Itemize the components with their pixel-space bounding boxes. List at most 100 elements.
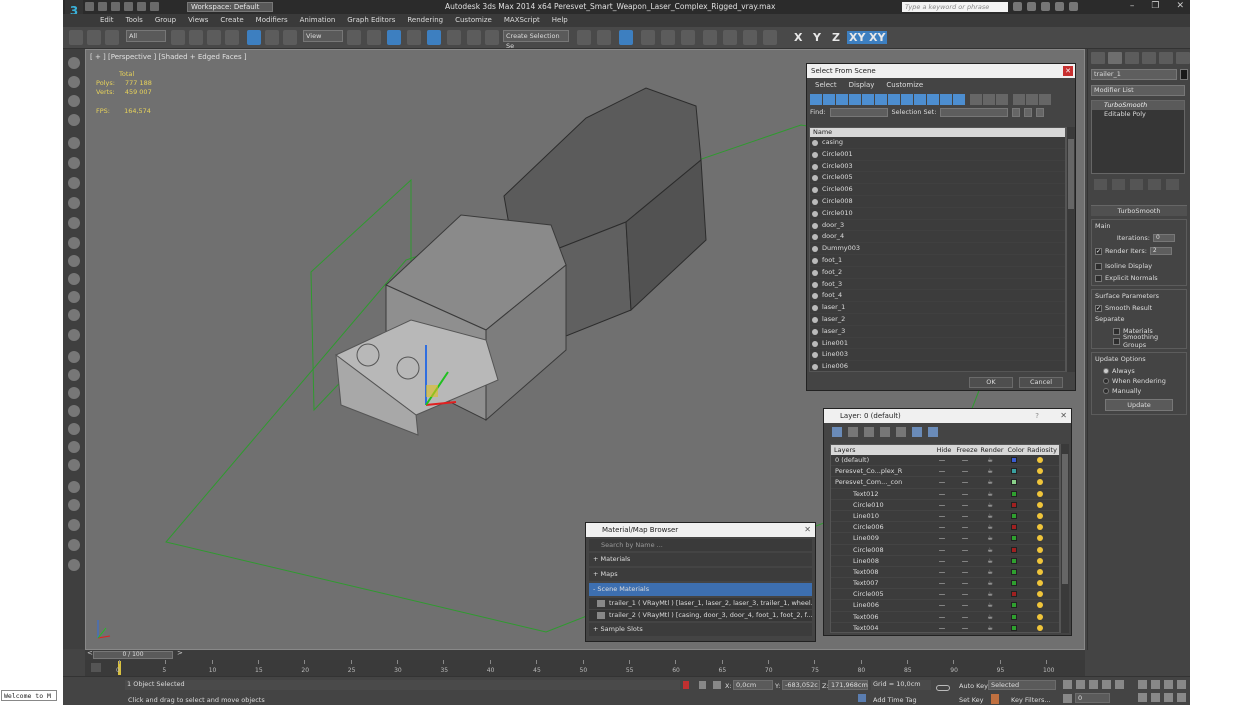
layer-render-teapot-icon[interactable]: ☕ [977, 589, 1003, 599]
layer-freeze-toggle[interactable]: — [953, 623, 977, 632]
layer-manager-close-icon[interactable]: ✕ [1060, 409, 1067, 423]
column-name-header[interactable]: Name [810, 128, 1065, 137]
layer-radiosity-icon[interactable] [1037, 568, 1043, 575]
material-item[interactable]: trailer_1 ( VRayMtl ) [laser_1, laser_2,… [589, 598, 812, 609]
layer-render-teapot-icon[interactable]: ☕ [977, 556, 1003, 566]
modify-tab-icon[interactable] [1108, 52, 1122, 64]
layer-color-swatch[interactable] [1011, 479, 1017, 486]
layer-hide-toggle[interactable]: — [931, 477, 953, 487]
layer-name[interactable]: Line008 [831, 556, 931, 566]
next-frame-icon[interactable] [1102, 680, 1111, 689]
link-icon[interactable] [69, 30, 83, 45]
reactor-icon[interactable] [68, 369, 80, 381]
zoom-icon[interactable] [1138, 680, 1147, 689]
rendered-frame-window-icon[interactable] [743, 30, 757, 45]
create-cameras-icon[interactable] [68, 114, 80, 126]
layer-color-swatch[interactable] [1011, 512, 1017, 519]
iterations-spinner[interactable]: 0 [1153, 234, 1175, 242]
layer-radiosity-icon[interactable] [1037, 468, 1043, 475]
subscription-icon[interactable] [1027, 2, 1036, 11]
layer-render-teapot-icon[interactable]: ☕ [977, 477, 1003, 487]
layer-render-teapot-icon[interactable]: ☕ [977, 500, 1003, 510]
col-hide[interactable]: Hide [933, 445, 955, 455]
layer-row[interactable]: 0 (default) — — ☕ [831, 455, 1059, 467]
filter-bones-icon[interactable] [914, 93, 926, 105]
col-layers[interactable]: Layers [831, 445, 933, 455]
close-icon[interactable]: ✕ [1176, 1, 1184, 11]
explicit-normals-checkbox[interactable] [1095, 274, 1102, 282]
box-primitive-icon[interactable] [68, 217, 80, 229]
layer-radiosity-icon[interactable] [1037, 591, 1043, 598]
menu-edit[interactable]: Edit [94, 14, 120, 27]
remove-modifier-icon[interactable] [1148, 179, 1161, 190]
layer-row[interactable]: Line006— — ☕ [831, 600, 1059, 612]
motion-tab-icon[interactable] [1142, 52, 1156, 64]
zoom-extents-icon[interactable] [1164, 680, 1173, 689]
sfs-menu-select[interactable]: Select [815, 78, 837, 92]
hierarchy-tab-icon[interactable] [1125, 52, 1139, 64]
object-list-scrollbar[interactable] [1066, 127, 1075, 372]
object-color-swatch[interactable] [1180, 69, 1188, 80]
layer-hide-toggle[interactable]: — [931, 545, 953, 555]
curve-editor-icon[interactable] [661, 30, 675, 45]
filter-groups-icon[interactable] [888, 93, 900, 105]
layer-name[interactable]: Text004 [831, 623, 931, 632]
layer-freeze-toggle[interactable]: — [953, 489, 977, 499]
key-filters-button[interactable]: Key Filters... [1011, 696, 1051, 704]
layer-row[interactable]: Circle010— — ☕ [831, 500, 1059, 511]
filter-helpers-icon[interactable] [862, 93, 874, 105]
layer-radiosity-icon[interactable] [1037, 479, 1043, 486]
list-item[interactable]: Line001 [810, 338, 1065, 350]
layer-name[interactable]: Text012 [831, 489, 931, 499]
layer-row[interactable]: Line010— — ☕ [831, 511, 1059, 523]
pin-stack-icon[interactable] [1094, 179, 1107, 190]
list-item[interactable]: casing [810, 137, 1065, 149]
layer-color-swatch[interactable] [1011, 490, 1017, 497]
layer-render-teapot-icon[interactable]: ☕ [977, 612, 1003, 622]
utilities-tab-icon[interactable] [1176, 52, 1190, 64]
layer-help-button[interactable]: ? [1035, 409, 1039, 423]
update-always-radio[interactable] [1103, 368, 1109, 374]
layer-freeze-toggle[interactable]: — [953, 466, 977, 476]
material-browser-close-icon[interactable]: ✕ [804, 523, 811, 537]
layer-color-swatch[interactable] [1011, 546, 1017, 553]
menu-graph-editors[interactable]: Graph Editors [341, 14, 401, 27]
foliage-icon[interactable] [68, 423, 80, 435]
modifier-list-dropdown[interactable]: Modifier List [1091, 85, 1185, 96]
sel-set-remove-icon[interactable] [1036, 107, 1045, 117]
menu-group[interactable]: Group [149, 14, 182, 27]
menu-views[interactable]: Views [182, 14, 214, 27]
layer-render-teapot-icon[interactable]: ☕ [977, 567, 1003, 577]
turbosmooth-rollout-header[interactable]: TurboSmooth [1091, 205, 1187, 216]
biped-icon[interactable] [68, 405, 80, 417]
select-invert-icon[interactable] [996, 93, 1008, 105]
align-icon[interactable] [597, 30, 611, 45]
display-children-icon[interactable] [1026, 93, 1038, 105]
workspace-dropdown[interactable]: Workspace: Default [187, 2, 273, 12]
layer-name[interactable]: Circle010 [831, 500, 931, 510]
edit-named-selection-icon[interactable] [485, 30, 499, 45]
time-slider-thumb[interactable]: 0 / 100 [93, 651, 173, 659]
layer-radiosity-icon[interactable] [1037, 501, 1043, 508]
layer-row[interactable]: Line009— — ☕ [831, 533, 1059, 545]
layer-name[interactable]: Line010 [831, 511, 931, 521]
create-tab-icon[interactable] [1091, 52, 1105, 64]
layer-freeze-toggle[interactable]: — [953, 612, 977, 622]
create-geometry-icon[interactable] [68, 57, 80, 69]
character-icon[interactable] [68, 387, 80, 399]
undo-icon[interactable] [124, 2, 133, 11]
torus-primitive-icon[interactable] [68, 273, 80, 285]
layer-render-teapot-icon[interactable]: ☕ [977, 545, 1003, 555]
layer-freeze-toggle[interactable]: — [953, 511, 977, 521]
sort-filter-icon[interactable] [1013, 93, 1025, 105]
layer-hide-toggle[interactable]: — [931, 556, 953, 566]
layer-name[interactable]: Text007 [831, 578, 931, 588]
time-prev-icon[interactable]: < [87, 649, 93, 657]
list-item[interactable]: Circle001 [810, 149, 1065, 161]
field-of-view-icon[interactable] [1138, 693, 1147, 702]
unlink-icon[interactable] [87, 30, 101, 45]
layer-freeze-toggle[interactable]: — [953, 556, 977, 566]
coord-x-field[interactable]: 0,0cm [733, 680, 773, 690]
sphere-primitive-icon[interactable] [68, 255, 80, 267]
layer-freeze-toggle[interactable]: — [953, 567, 977, 577]
